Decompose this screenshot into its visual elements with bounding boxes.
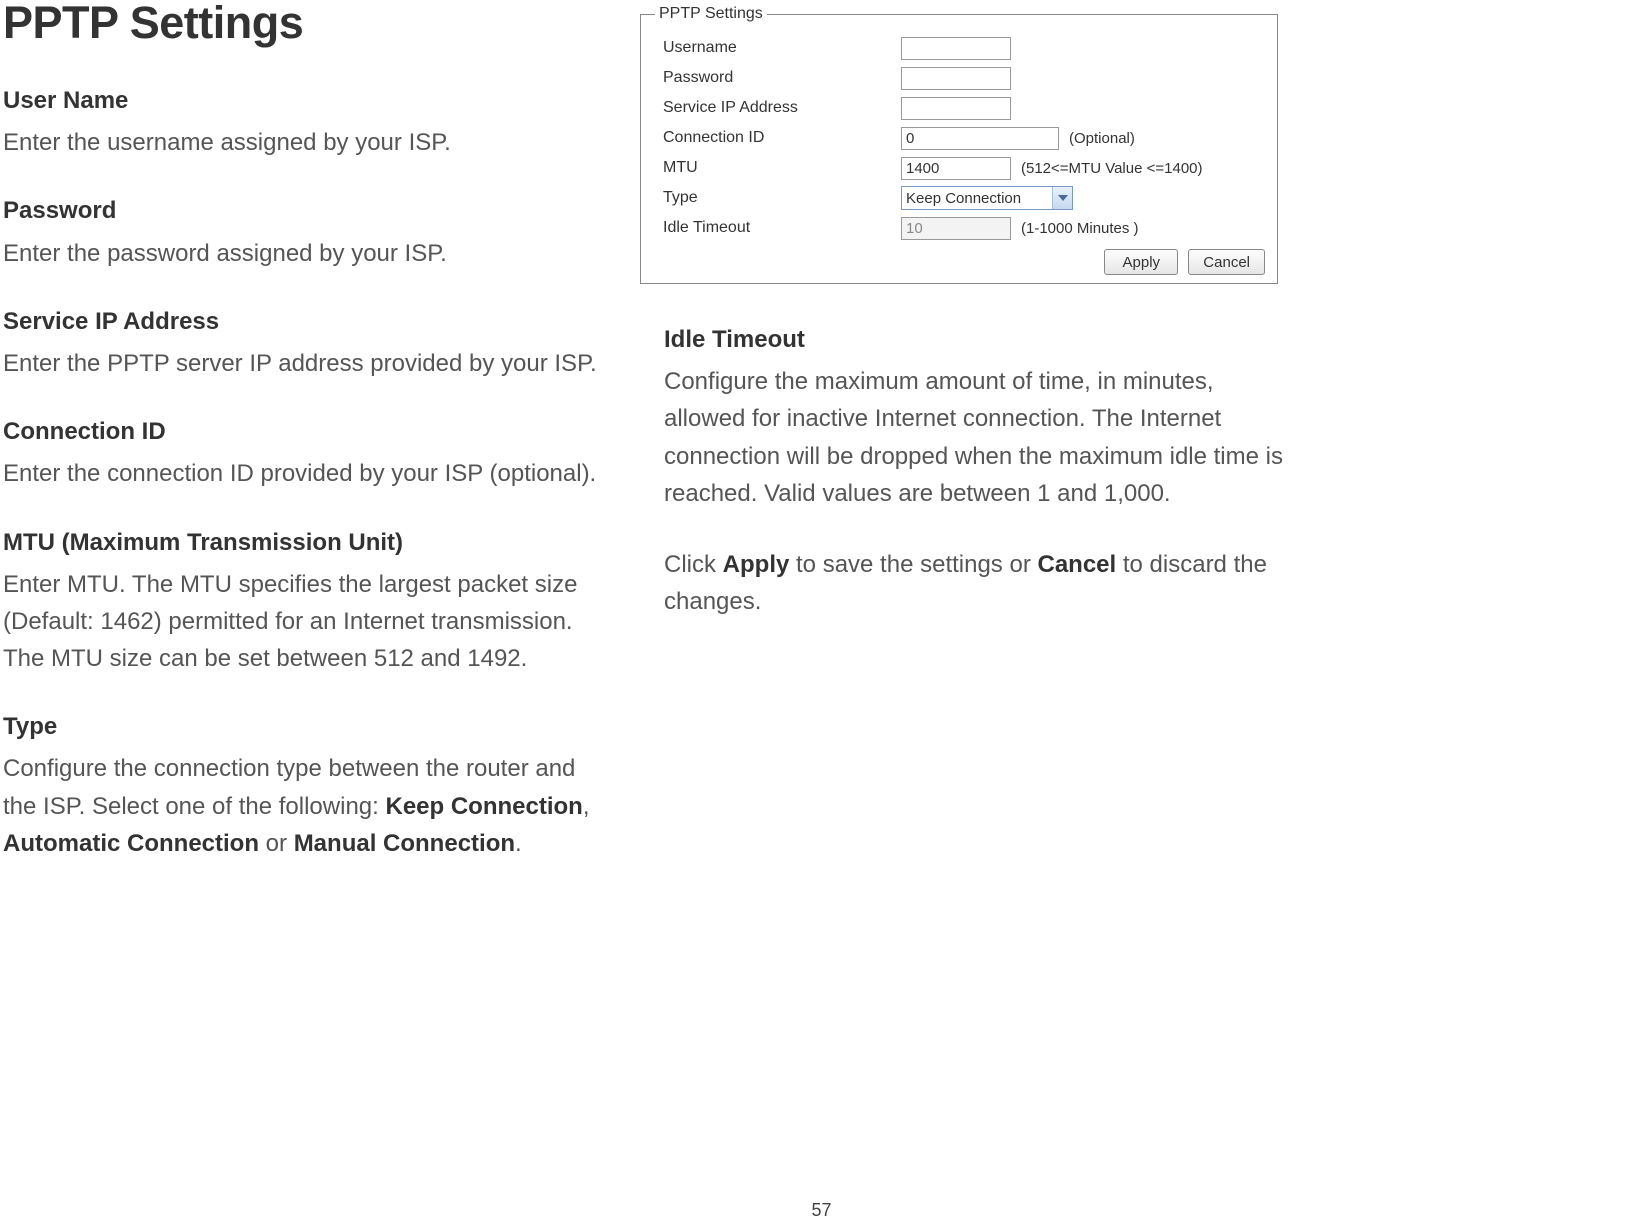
input-connid[interactable] bbox=[901, 127, 1059, 150]
row-connid: Connection ID (Optional) bbox=[649, 123, 1269, 153]
section-username-body: Enter the username assigned by your ISP. bbox=[3, 124, 610, 161]
type-opt-auto: Automatic Connection bbox=[3, 830, 259, 857]
section-idle-title: Idle Timeout bbox=[664, 324, 1300, 355]
input-password[interactable] bbox=[901, 67, 1011, 90]
section-password: Password Enter the password assigned by … bbox=[3, 195, 610, 271]
final-t2: to save the settings or bbox=[789, 551, 1037, 578]
section-username: User Name Enter the username assigned by… bbox=[3, 85, 610, 161]
fieldset-legend: PPTP Settings bbox=[655, 5, 767, 23]
hint-mtu: (512<=MTU Value <=1400) bbox=[1021, 160, 1203, 177]
section-mtu-body: Enter MTU. The MTU specifies the largest… bbox=[3, 566, 610, 678]
section-idle: Idle Timeout Configure the maximum amoun… bbox=[664, 324, 1300, 512]
section-idle-body: Configure the maximum amount of time, in… bbox=[664, 363, 1300, 512]
section-connid-title: Connection ID bbox=[3, 416, 610, 447]
page-title: PPTP Settings bbox=[3, 0, 610, 45]
label-type: Type bbox=[663, 189, 901, 207]
form-table: Username Password Service IP Address Con… bbox=[649, 33, 1269, 275]
type-sep2: or bbox=[259, 830, 294, 857]
row-mtu: MTU (512<=MTU Value <=1400) bbox=[649, 153, 1269, 183]
final-t1: Click bbox=[664, 551, 723, 578]
label-mtu: MTU bbox=[663, 159, 901, 177]
type-opt-keep: Keep Connection bbox=[385, 793, 582, 820]
input-username[interactable] bbox=[901, 37, 1011, 60]
row-password: Password bbox=[649, 63, 1269, 93]
section-type-body: Configure the connection type between th… bbox=[3, 750, 610, 862]
pptp-settings-fieldset: PPTP Settings Username Password Service … bbox=[640, 14, 1278, 284]
type-opt-manual: Manual Connection bbox=[294, 830, 515, 857]
hint-connid: (Optional) bbox=[1069, 130, 1135, 147]
label-idle: Idle Timeout bbox=[663, 219, 901, 237]
type-suffix: . bbox=[515, 830, 522, 857]
section-type: Type Configure the connection type betwe… bbox=[3, 711, 610, 862]
label-serviceip: Service IP Address bbox=[663, 99, 901, 117]
button-row: Apply Cancel bbox=[649, 243, 1269, 275]
final-apply: Apply bbox=[723, 551, 790, 578]
row-serviceip: Service IP Address bbox=[649, 93, 1269, 123]
section-type-title: Type bbox=[3, 711, 610, 742]
section-password-body: Enter the password assigned by your ISP. bbox=[3, 235, 610, 272]
hint-idle: (1-1000 Minutes ) bbox=[1021, 220, 1139, 237]
row-username: Username bbox=[649, 33, 1269, 63]
type-sep1: , bbox=[583, 793, 590, 820]
section-password-title: Password bbox=[3, 195, 610, 226]
chevron-down-icon bbox=[1052, 187, 1072, 209]
input-mtu[interactable] bbox=[901, 157, 1011, 180]
section-connid: Connection ID Enter the connection ID pr… bbox=[3, 416, 610, 492]
label-connid: Connection ID bbox=[663, 129, 901, 147]
row-idle: Idle Timeout (1-1000 Minutes ) bbox=[649, 213, 1269, 243]
section-mtu-title: MTU (Maximum Transmission Unit) bbox=[3, 527, 610, 558]
select-type-value: Keep Connection bbox=[906, 190, 1052, 207]
input-idle bbox=[901, 217, 1011, 240]
section-connid-body: Enter the connection ID provided by your… bbox=[3, 455, 610, 492]
apply-button[interactable]: Apply bbox=[1104, 249, 1178, 275]
final-paragraph: Click Apply to save the settings or Canc… bbox=[664, 546, 1300, 620]
cancel-button[interactable]: Cancel bbox=[1188, 249, 1265, 275]
label-username: Username bbox=[663, 39, 901, 57]
section-serviceip: Service IP Address Enter the PPTP server… bbox=[3, 306, 610, 382]
select-type[interactable]: Keep Connection bbox=[901, 186, 1073, 210]
input-serviceip[interactable] bbox=[901, 97, 1011, 120]
section-serviceip-body: Enter the PPTP server IP address provide… bbox=[3, 345, 610, 382]
section-serviceip-title: Service IP Address bbox=[3, 306, 610, 337]
row-type: Type Keep Connection bbox=[649, 183, 1269, 213]
page-number: 57 bbox=[811, 1200, 831, 1221]
section-mtu: MTU (Maximum Transmission Unit) Enter MT… bbox=[3, 527, 610, 678]
final-cancel: Cancel bbox=[1037, 551, 1116, 578]
section-username-title: User Name bbox=[3, 85, 610, 116]
label-password: Password bbox=[663, 69, 901, 87]
